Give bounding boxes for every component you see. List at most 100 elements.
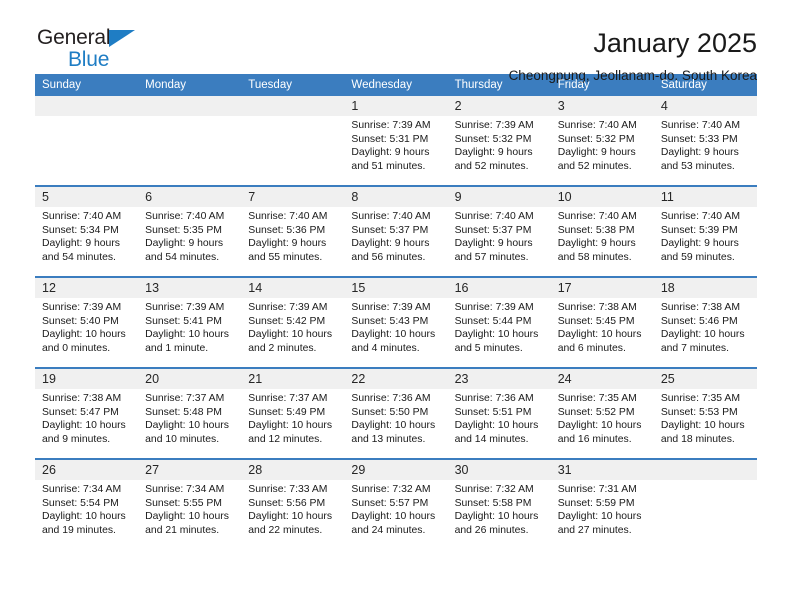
day-cell[interactable]: Sunrise: 7:38 AM Sunset: 5:47 PM Dayligh… bbox=[35, 389, 139, 459]
day-cell[interactable]: Sunrise: 7:40 AM Sunset: 5:34 PM Dayligh… bbox=[35, 207, 139, 277]
weekday-header-tuesday: Tuesday bbox=[241, 74, 345, 96]
day-cell[interactable]: Sunrise: 7:40 AM Sunset: 5:37 PM Dayligh… bbox=[344, 207, 448, 277]
day-cell[interactable]: Sunrise: 7:40 AM Sunset: 5:39 PM Dayligh… bbox=[653, 207, 757, 277]
day-cell[interactable]: Sunrise: 7:36 AM Sunset: 5:50 PM Dayligh… bbox=[344, 389, 448, 459]
week-info-row: Sunrise: 7:34 AM Sunset: 5:54 PM Dayligh… bbox=[35, 480, 757, 550]
daylight-text-line1: Daylight: 10 hours bbox=[248, 329, 333, 341]
daylight-text-line2: and 57 minutes. bbox=[454, 251, 529, 263]
day-number bbox=[138, 96, 242, 116]
sunset-text: Sunset: 5:36 PM bbox=[248, 224, 326, 236]
day-cell[interactable]: Sunrise: 7:40 AM Sunset: 5:32 PM Dayligh… bbox=[550, 116, 654, 186]
daylight-text-line1: Daylight: 9 hours bbox=[145, 238, 224, 250]
day-cell[interactable]: Sunrise: 7:31 AM Sunset: 5:59 PM Dayligh… bbox=[550, 480, 654, 550]
day-cell[interactable]: Sunrise: 7:39 AM Sunset: 5:42 PM Dayligh… bbox=[241, 298, 345, 368]
sunrise-text: Sunrise: 7:38 AM bbox=[557, 302, 637, 313]
sunrise-text: Sunrise: 7:40 AM bbox=[660, 211, 740, 222]
day-cell[interactable]: Sunrise: 7:40 AM Sunset: 5:38 PM Dayligh… bbox=[550, 207, 654, 277]
day-cell[interactable]: Sunrise: 7:35 AM Sunset: 5:52 PM Dayligh… bbox=[550, 389, 654, 459]
daylight-text-line1: Daylight: 10 hours bbox=[351, 420, 436, 432]
sunrise-text: Sunrise: 7:39 AM bbox=[42, 302, 122, 313]
logo-text-blue: Blue bbox=[68, 48, 110, 71]
week-daynum-row: 12 13 14 15 16 17 18 bbox=[35, 276, 757, 298]
day-number: 4 bbox=[653, 96, 757, 116]
daylight-text-line2: and 54 minutes. bbox=[42, 251, 116, 263]
day-number bbox=[653, 458, 757, 480]
sunset-text: Sunset: 5:40 PM bbox=[42, 315, 119, 327]
sunset-text: Sunset: 5:47 PM bbox=[42, 406, 119, 418]
day-cell[interactable] bbox=[241, 116, 345, 186]
day-number: 22 bbox=[344, 367, 448, 389]
day-cell[interactable]: Sunrise: 7:39 AM Sunset: 5:44 PM Dayligh… bbox=[447, 298, 551, 368]
day-cell[interactable]: Sunrise: 7:35 AM Sunset: 5:53 PM Dayligh… bbox=[653, 389, 757, 459]
day-cell[interactable] bbox=[35, 116, 139, 186]
daylight-text-line2: and 19 minutes. bbox=[42, 524, 116, 536]
sunrise-text: Sunrise: 7:40 AM bbox=[454, 211, 534, 222]
sunset-text: Sunset: 5:54 PM bbox=[42, 497, 119, 509]
day-cell[interactable]: Sunrise: 7:39 AM Sunset: 5:43 PM Dayligh… bbox=[344, 298, 448, 368]
daylight-text-line1: Daylight: 9 hours bbox=[454, 238, 533, 250]
week-daynum-row: 26 27 28 29 30 31 bbox=[35, 458, 757, 480]
sunset-text: Sunset: 5:55 PM bbox=[145, 497, 222, 509]
daylight-text-line2: and 1 minute. bbox=[145, 342, 209, 354]
day-cell[interactable]: Sunrise: 7:37 AM Sunset: 5:48 PM Dayligh… bbox=[138, 389, 242, 459]
day-number: 6 bbox=[138, 185, 242, 207]
day-number: 30 bbox=[447, 458, 551, 480]
daylight-text-line2: and 22 minutes. bbox=[248, 524, 323, 536]
daylight-text-line1: Daylight: 10 hours bbox=[660, 420, 745, 432]
daylight-text-line1: Daylight: 10 hours bbox=[351, 329, 436, 341]
sunset-text: Sunset: 5:57 PM bbox=[351, 497, 429, 509]
sunset-text: Sunset: 5:41 PM bbox=[145, 315, 222, 327]
day-cell[interactable] bbox=[653, 480, 757, 550]
day-cell[interactable]: Sunrise: 7:39 AM Sunset: 5:41 PM Dayligh… bbox=[138, 298, 242, 368]
daylight-text-line1: Daylight: 10 hours bbox=[42, 329, 126, 341]
daylight-text-line2: and 14 minutes. bbox=[454, 433, 529, 445]
daylight-text-line2: and 55 minutes. bbox=[248, 251, 323, 263]
day-cell[interactable]: Sunrise: 7:40 AM Sunset: 5:33 PM Dayligh… bbox=[653, 116, 757, 186]
sunset-text: Sunset: 5:32 PM bbox=[454, 133, 532, 145]
sunrise-text: Sunrise: 7:40 AM bbox=[248, 211, 328, 222]
day-cell[interactable]: Sunrise: 7:39 AM Sunset: 5:32 PM Dayligh… bbox=[447, 116, 551, 186]
day-number: 31 bbox=[550, 458, 654, 480]
day-cell[interactable]: Sunrise: 7:34 AM Sunset: 5:55 PM Dayligh… bbox=[138, 480, 242, 550]
day-cell[interactable]: Sunrise: 7:36 AM Sunset: 5:51 PM Dayligh… bbox=[447, 389, 551, 459]
sunset-text: Sunset: 5:38 PM bbox=[557, 224, 635, 236]
sunrise-text: Sunrise: 7:32 AM bbox=[454, 484, 534, 495]
day-cell[interactable]: Sunrise: 7:32 AM Sunset: 5:57 PM Dayligh… bbox=[344, 480, 448, 550]
sunrise-text: Sunrise: 7:39 AM bbox=[145, 302, 225, 313]
sunset-text: Sunset: 5:44 PM bbox=[454, 315, 532, 327]
day-cell[interactable]: Sunrise: 7:37 AM Sunset: 5:49 PM Dayligh… bbox=[241, 389, 345, 459]
sunset-text: Sunset: 5:56 PM bbox=[248, 497, 326, 509]
daylight-text-line2: and 53 minutes. bbox=[660, 160, 735, 172]
week-info-row: Sunrise: 7:39 AM Sunset: 5:31 PM Dayligh… bbox=[35, 116, 757, 186]
daylight-text-line2: and 12 minutes. bbox=[248, 433, 323, 445]
day-number: 25 bbox=[653, 367, 757, 389]
daylight-text-line1: Daylight: 10 hours bbox=[42, 420, 126, 432]
day-number: 17 bbox=[550, 276, 654, 298]
day-number: 20 bbox=[138, 367, 242, 389]
day-cell[interactable]: Sunrise: 7:40 AM Sunset: 5:36 PM Dayligh… bbox=[241, 207, 345, 277]
day-number: 12 bbox=[35, 276, 139, 298]
day-cell[interactable]: Sunrise: 7:38 AM Sunset: 5:46 PM Dayligh… bbox=[653, 298, 757, 368]
brand-triangle-icon bbox=[109, 30, 135, 47]
day-number: 13 bbox=[138, 276, 242, 298]
daylight-text-line1: Daylight: 10 hours bbox=[248, 511, 333, 523]
day-cell[interactable]: Sunrise: 7:39 AM Sunset: 5:40 PM Dayligh… bbox=[35, 298, 139, 368]
day-cell[interactable]: Sunrise: 7:38 AM Sunset: 5:45 PM Dayligh… bbox=[550, 298, 654, 368]
day-cell[interactable]: Sunrise: 7:32 AM Sunset: 5:58 PM Dayligh… bbox=[447, 480, 551, 550]
sunrise-text: Sunrise: 7:38 AM bbox=[660, 302, 740, 313]
day-number: 5 bbox=[35, 185, 139, 207]
sunset-text: Sunset: 5:42 PM bbox=[248, 315, 326, 327]
day-cell[interactable]: Sunrise: 7:34 AM Sunset: 5:54 PM Dayligh… bbox=[35, 480, 139, 550]
sunrise-text: Sunrise: 7:32 AM bbox=[351, 484, 431, 495]
day-cell[interactable]: Sunrise: 7:33 AM Sunset: 5:56 PM Dayligh… bbox=[241, 480, 345, 550]
generalblue-logo[interactable]: General Blue bbox=[35, 27, 157, 75]
day-cell[interactable] bbox=[138, 116, 242, 186]
day-cell[interactable]: Sunrise: 7:40 AM Sunset: 5:37 PM Dayligh… bbox=[447, 207, 551, 277]
week-daynum-row: 5 6 7 8 9 10 11 bbox=[35, 185, 757, 207]
week-info-row: Sunrise: 7:38 AM Sunset: 5:47 PM Dayligh… bbox=[35, 389, 757, 459]
sunset-text: Sunset: 5:34 PM bbox=[42, 224, 119, 236]
sunrise-text: Sunrise: 7:34 AM bbox=[42, 484, 122, 495]
sunset-text: Sunset: 5:37 PM bbox=[351, 224, 429, 236]
day-cell[interactable]: Sunrise: 7:39 AM Sunset: 5:31 PM Dayligh… bbox=[344, 116, 448, 186]
day-cell[interactable]: Sunrise: 7:40 AM Sunset: 5:35 PM Dayligh… bbox=[138, 207, 242, 277]
